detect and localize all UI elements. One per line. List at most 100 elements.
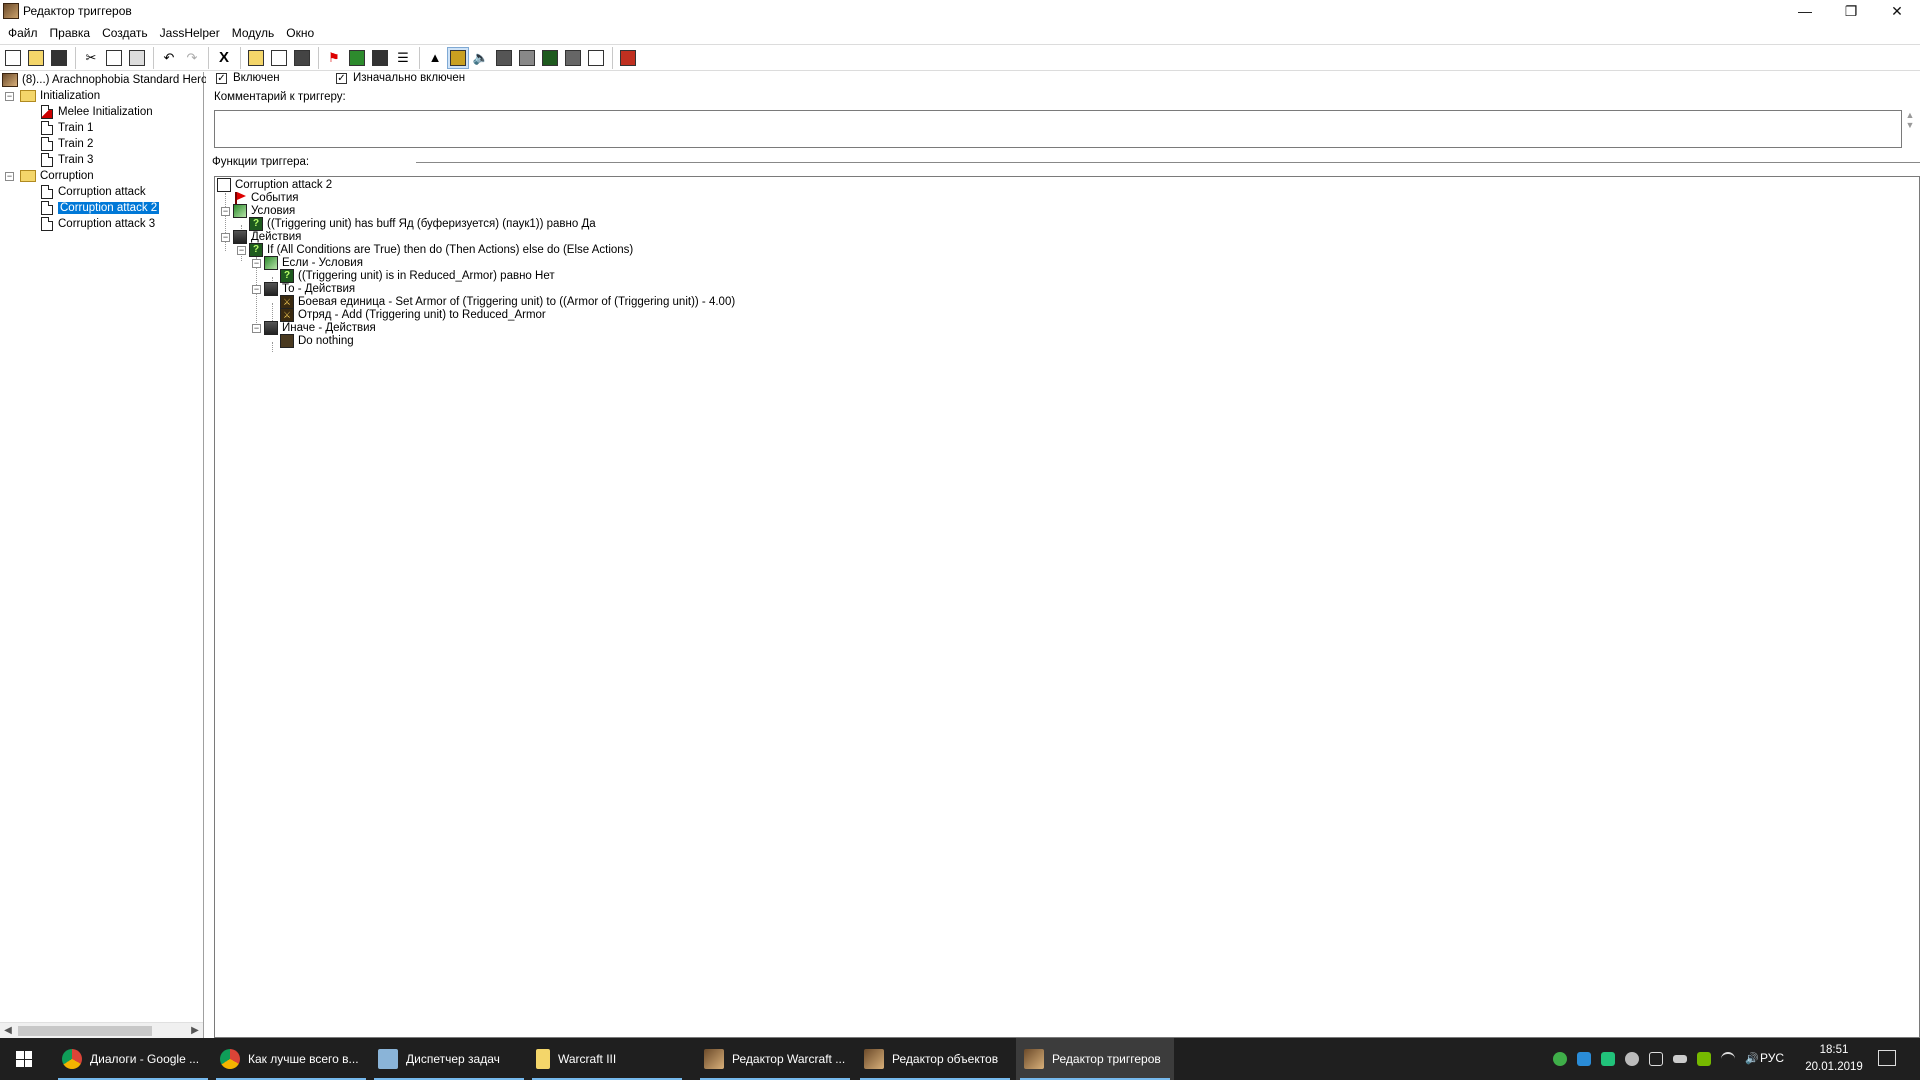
trigger-icon bbox=[41, 217, 53, 231]
taskbar-app-chrome-1[interactable]: Диалоги - Google ... bbox=[54, 1038, 212, 1080]
menu-create[interactable]: Создать bbox=[96, 26, 154, 40]
clock[interactable]: 18:51 20.01.2019 bbox=[1800, 1042, 1868, 1076]
import-manager-icon[interactable] bbox=[585, 47, 607, 69]
tree-item-train-2[interactable]: Train 2 bbox=[41, 136, 93, 152]
warcraft-editor-icon bbox=[864, 1049, 884, 1069]
tree-item-label: Corruption attack 3 bbox=[58, 218, 156, 230]
taskbar-app-trigger-editor[interactable]: Редактор триггеров bbox=[1016, 1038, 1174, 1080]
save-icon[interactable] bbox=[48, 47, 70, 69]
collapse-icon[interactable]: − bbox=[252, 259, 261, 268]
battery-icon[interactable] bbox=[1673, 1055, 1687, 1063]
menu-edit[interactable]: Правка bbox=[44, 26, 97, 40]
collapse-icon[interactable]: − bbox=[5, 92, 14, 101]
tree-line bbox=[256, 257, 257, 333]
taskbar-app-object-editor[interactable]: Редактор объектов bbox=[856, 1038, 1014, 1080]
taskbar: Диалоги - Google ... Как лучше всего в..… bbox=[0, 1038, 1920, 1080]
actions-icon bbox=[264, 321, 278, 335]
scrollbar-thumb[interactable] bbox=[18, 1026, 152, 1036]
redo-icon[interactable]: ↷ bbox=[181, 47, 203, 69]
evernote-icon[interactable] bbox=[1553, 1052, 1567, 1066]
ai-editor-icon[interactable] bbox=[539, 47, 561, 69]
toolbar-separator bbox=[318, 46, 319, 69]
scroll-right-icon[interactable]: ▶ bbox=[187, 1023, 203, 1039]
horizontal-scrollbar[interactable]: ◀ ▶ bbox=[0, 1022, 203, 1038]
test-map-icon[interactable] bbox=[617, 47, 639, 69]
tree-item-train-3[interactable]: Train 3 bbox=[41, 152, 93, 168]
collapse-icon[interactable]: − bbox=[221, 233, 230, 242]
campaign-editor-icon[interactable] bbox=[516, 47, 538, 69]
checkbox-checked-icon: ✓ bbox=[216, 72, 227, 84]
taskbar-app-label: Редактор триггеров bbox=[1052, 1052, 1161, 1066]
collapse-icon[interactable]: − bbox=[5, 172, 14, 181]
menu-file[interactable]: Файл bbox=[2, 26, 44, 40]
taskbar-app-chrome-2[interactable]: Как лучше всего в... bbox=[212, 1038, 370, 1080]
tree-item-label: Train 3 bbox=[58, 154, 94, 166]
new-icon[interactable] bbox=[2, 47, 24, 69]
comment-scroll-arrows[interactable]: ▲ ▼ bbox=[1903, 110, 1917, 148]
tree-item-corruption-attack-2[interactable]: Corruption attack 2 bbox=[41, 200, 160, 216]
restore-button[interactable]: ❐ bbox=[1828, 0, 1874, 22]
conditions-icon bbox=[264, 256, 278, 270]
new-event-icon[interactable]: ⚑ bbox=[323, 47, 345, 69]
tablet-icon[interactable] bbox=[1649, 1052, 1663, 1066]
steam-icon[interactable] bbox=[1625, 1052, 1639, 1066]
taskbar-app-warcraft-editor[interactable]: Редактор Warcraft ... bbox=[696, 1038, 854, 1080]
trigger-icon bbox=[41, 185, 53, 199]
divider bbox=[416, 162, 1920, 163]
nvidia-icon[interactable] bbox=[1697, 1052, 1711, 1066]
shield-icon[interactable] bbox=[1601, 1052, 1615, 1066]
trigger-editor-icon[interactable] bbox=[447, 46, 469, 69]
tree-item-corruption-attack[interactable]: Corruption attack bbox=[41, 184, 146, 200]
new-trigger-icon[interactable] bbox=[268, 47, 290, 69]
object-manager-icon[interactable] bbox=[562, 47, 584, 69]
close-map-icon[interactable]: X bbox=[213, 47, 235, 69]
language-indicator[interactable]: РУС bbox=[1760, 1051, 1784, 1065]
menu-window[interactable]: Окно bbox=[280, 26, 320, 40]
undo-icon[interactable]: ↶ bbox=[158, 47, 180, 69]
notifications-icon[interactable] bbox=[1878, 1050, 1896, 1066]
close-button[interactable]: ✕ bbox=[1874, 0, 1920, 22]
clock-date: 20.01.2019 bbox=[1805, 1061, 1863, 1073]
menu-module[interactable]: Модуль bbox=[226, 26, 281, 40]
taskbar-app-warcraft-folder[interactable]: Warcraft III bbox=[528, 1038, 686, 1080]
function-row-action[interactable]: Do nothing bbox=[280, 333, 354, 349]
tree-item-corruption-attack-3[interactable]: Corruption attack 3 bbox=[41, 216, 155, 232]
object-editor-icon[interactable] bbox=[493, 47, 515, 69]
new-category-icon[interactable] bbox=[245, 47, 267, 69]
comment-textarea[interactable] bbox=[214, 110, 1902, 148]
tree-folder-initialization[interactable]: Initialization bbox=[20, 88, 100, 104]
copy-icon[interactable] bbox=[103, 47, 125, 69]
trigger-functions-tree[interactable]: Corruption attack 2 События − Условия ? … bbox=[214, 176, 1920, 1038]
list-icon[interactable]: ☰ bbox=[392, 47, 414, 69]
enabled-checkbox[interactable]: ✓ Включен bbox=[216, 72, 280, 84]
terrain-editor-icon[interactable]: ▲ bbox=[424, 47, 446, 69]
tree-item-train-1[interactable]: Train 1 bbox=[41, 120, 93, 136]
volume-icon[interactable]: 🔊 bbox=[1745, 1052, 1759, 1066]
new-comment-icon[interactable] bbox=[291, 47, 313, 69]
paste-icon[interactable] bbox=[126, 47, 148, 69]
collapse-icon[interactable]: − bbox=[252, 324, 261, 333]
do-nothing-icon bbox=[280, 334, 294, 348]
sound-editor-icon[interactable]: 🔈 bbox=[470, 47, 492, 69]
collapse-icon[interactable]: − bbox=[221, 207, 230, 216]
menu-jasshelper[interactable]: JassHelper bbox=[154, 26, 226, 40]
minimize-button[interactable]: — bbox=[1782, 0, 1828, 22]
scroll-left-icon[interactable]: ◀ bbox=[0, 1023, 16, 1039]
cut-icon[interactable]: ✂ bbox=[80, 47, 102, 69]
initially-on-checkbox[interactable]: ✓ Изначально включен bbox=[336, 72, 465, 84]
new-action-icon[interactable] bbox=[369, 47, 391, 69]
teamviewer-icon[interactable] bbox=[1577, 1052, 1591, 1066]
wifi-icon[interactable] bbox=[1721, 1052, 1735, 1066]
trigger-icon bbox=[41, 201, 53, 215]
open-icon[interactable] bbox=[25, 47, 47, 69]
tree-item-label: Train 2 bbox=[58, 138, 94, 150]
tree-folder-corruption[interactable]: Corruption bbox=[20, 168, 94, 184]
collapse-icon[interactable]: − bbox=[237, 246, 246, 255]
collapse-icon[interactable]: − bbox=[252, 285, 261, 294]
start-button[interactable] bbox=[0, 1038, 48, 1080]
tree-root-map[interactable]: (8)...) Arachnophobia Standard Hero 6 bbox=[2, 72, 217, 88]
tree-item-melee-initialization[interactable]: Melee Initialization bbox=[41, 104, 153, 120]
taskbar-app-task-manager[interactable]: Диспетчер задач bbox=[370, 1038, 528, 1080]
new-condition-icon[interactable] bbox=[346, 47, 368, 69]
trigger-editor-panel: ✓ Включен ✓ Изначально включен Комментар… bbox=[206, 72, 1920, 1038]
